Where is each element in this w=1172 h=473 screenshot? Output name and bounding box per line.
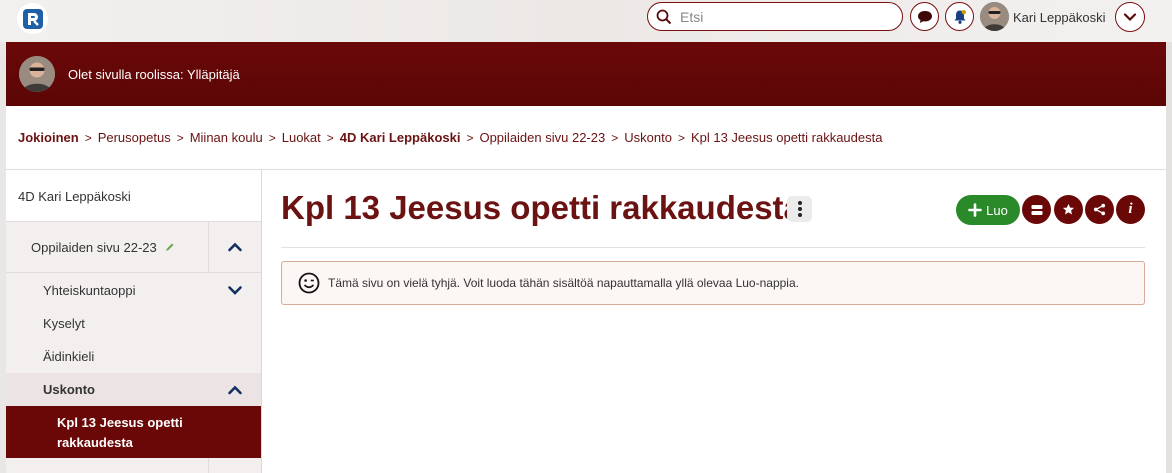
chevron-right-icon: > <box>268 130 276 145</box>
sidebar-item-oppilaiden-sivu[interactable]: Oppilaiden sivu 22-23 <box>6 222 261 273</box>
title-divider <box>281 247 1145 248</box>
create-button[interactable]: Luo <box>956 195 1020 225</box>
notifications-button[interactable] <box>945 2 974 31</box>
sidebar-item-label: Uskonto <box>43 382 95 397</box>
sidebar-header[interactable]: 4D Kari Leppäkoski <box>6 170 261 222</box>
layout-icon <box>1031 204 1042 215</box>
edit-pencil-icon <box>165 243 174 251</box>
breadcrumb-item[interactable]: Miinan koulu <box>190 130 263 145</box>
sidebar-item-kyselyt[interactable]: Kyselyt <box>6 307 261 339</box>
breadcrumb-item[interactable]: Luokat <box>282 130 321 145</box>
sidebar-item-label: Kpl 13 Jeesus opetti rakkaudesta <box>57 415 183 450</box>
bell-icon <box>954 9 966 24</box>
sidebar-item-yhteiskuntaoppi[interactable]: Yhteiskuntaoppi <box>6 274 261 306</box>
sidebar-header-label: 4D Kari Leppäkoski <box>18 189 131 204</box>
role-avatar <box>19 56 55 92</box>
expand-toggle[interactable] <box>208 274 261 306</box>
app-logo-icon[interactable] <box>17 3 48 34</box>
favorite-button[interactable] <box>1054 195 1083 224</box>
breadcrumb-item[interactable]: Oppilaiden sivu 22-23 <box>479 130 605 145</box>
notice-text: Tämä sivu on vielä tyhjä. Voit luoda täh… <box>328 276 799 290</box>
top-bar: Kari Leppäkoski <box>0 0 1172 42</box>
plus-icon <box>968 203 982 217</box>
search-input[interactable] <box>680 8 880 25</box>
role-text: Olet sivulla roolissa: Ylläpitäjä <box>68 67 240 82</box>
collapse-toggle[interactable] <box>208 222 261 272</box>
messages-button[interactable] <box>910 2 939 31</box>
sidebar-item-aidinkieli[interactable]: Äidinkieli <box>6 340 261 372</box>
sidebar-item-label: Äidinkieli <box>43 348 95 364</box>
info-icon: i <box>1128 201 1133 217</box>
sidebar: 4D Kari Leppäkoski Oppilaiden sivu 22-23… <box>6 170 262 473</box>
sidebar-divider <box>208 458 209 473</box>
more-vertical-icon <box>797 201 802 217</box>
chevron-down-icon <box>1123 13 1137 22</box>
sidebar-item-uskonto[interactable]: Uskonto <box>6 373 261 406</box>
sidebar-item-active-page[interactable]: Kpl 13 Jeesus opetti rakkaudesta <box>6 406 261 458</box>
page-title: Kpl 13 Jeesus opetti rakkaudesta <box>281 189 802 226</box>
breadcrumb-item[interactable]: Jokioinen <box>18 130 79 145</box>
chevron-right-icon: > <box>84 130 92 145</box>
info-button[interactable]: i <box>1116 195 1145 224</box>
chevron-right-icon: > <box>326 130 334 145</box>
chevron-down-icon <box>227 286 242 295</box>
breadcrumb-current: Kpl 13 Jeesus opetti rakkaudesta <box>690 130 883 145</box>
sidebar-item-label: Kyselyt <box>43 315 85 331</box>
empty-page-notice: Tämä sivu on vielä tyhjä. Voit luoda täh… <box>281 261 1145 305</box>
layout-button[interactable] <box>1022 195 1051 224</box>
smiley-icon <box>298 272 320 294</box>
chevron-right-icon: > <box>611 130 619 145</box>
role-bar: Olet sivulla roolissa: Ylläpitäjä <box>6 42 1166 106</box>
create-button-label: Luo <box>986 202 1008 218</box>
breadcrumb: Jokioinen > Perusopetus > Miinan koulu >… <box>18 130 882 145</box>
user-avatar[interactable] <box>980 2 1009 31</box>
sidebar-item-label: Oppilaiden sivu 22-23 <box>31 239 157 255</box>
collapse-toggle[interactable] <box>208 373 261 406</box>
share-button[interactable] <box>1085 195 1114 224</box>
user-menu-button[interactable] <box>1115 2 1145 32</box>
user-name[interactable]: Kari Leppäkoski <box>1013 10 1106 25</box>
star-icon <box>1062 203 1075 215</box>
breadcrumb-item[interactable]: Perusopetus <box>98 130 171 145</box>
chevron-up-icon <box>227 385 242 394</box>
page-frame: Olet sivulla roolissa: Ylläpitäjä Jokioi… <box>6 42 1166 473</box>
chevron-right-icon: > <box>176 130 184 145</box>
chevron-right-icon: > <box>466 130 474 145</box>
chevron-up-icon <box>228 242 242 252</box>
search-icon <box>656 9 672 24</box>
search-box[interactable] <box>647 2 903 31</box>
chevron-right-icon: > <box>677 130 685 145</box>
breadcrumb-item[interactable]: 4D Kari Leppäkoski <box>340 130 461 145</box>
chat-icon <box>917 10 932 23</box>
breadcrumb-item[interactable]: Uskonto <box>624 130 672 145</box>
share-icon <box>1093 203 1106 216</box>
sidebar-item-label: Yhteiskuntaoppi <box>43 282 136 298</box>
scrollbar-track[interactable] <box>1166 42 1172 473</box>
page-options-button[interactable] <box>787 196 812 222</box>
